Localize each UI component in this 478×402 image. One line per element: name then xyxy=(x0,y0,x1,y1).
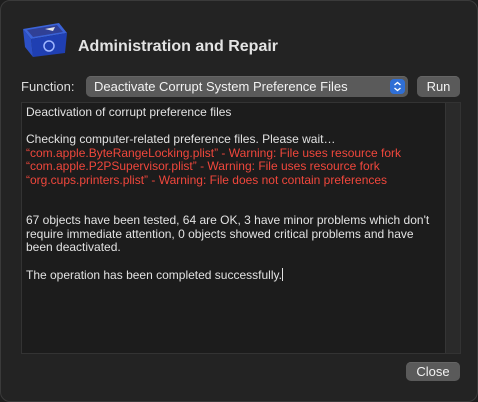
chevron-up-down-icon xyxy=(390,79,405,94)
trash-bin-icon xyxy=(23,23,67,57)
log-warning: “com.apple.ByteRangeLocking.plist” - War… xyxy=(26,145,402,160)
log-content: Deactivation of corrupt preference files… xyxy=(26,105,438,282)
function-select[interactable]: Deactivate Corrupt System Preference Fil… xyxy=(86,76,408,97)
log-checking: Checking computer-related preference fil… xyxy=(26,132,336,146)
log-result-text: The operation has been completed success… xyxy=(26,268,282,282)
window-title: Administration and Repair xyxy=(78,38,279,55)
function-select-value: Deactivate Corrupt System Preference Fil… xyxy=(94,79,348,94)
log-warning: “org.cups.printers.plist” - Warning: Fil… xyxy=(26,172,388,187)
run-button[interactable]: Run xyxy=(417,76,460,97)
close-button[interactable]: Close xyxy=(406,362,460,381)
function-label: Function: xyxy=(21,79,75,94)
text-caret xyxy=(281,268,283,281)
log-scrollbar[interactable] xyxy=(445,103,460,353)
log-result: The operation has been completed success… xyxy=(26,268,438,282)
log-summary: 67 objects have been tested, 64 are OK, … xyxy=(26,213,430,254)
log-heading: Deactivation of corrupt preference files xyxy=(26,105,232,119)
log-warning: “com.apple.P2PSupervisor.plist” - Warnin… xyxy=(26,159,380,173)
log-textarea[interactable]: Deactivation of corrupt preference files… xyxy=(21,102,461,354)
administration-repair-window: Administration and Repair Function: Deac… xyxy=(0,0,478,402)
